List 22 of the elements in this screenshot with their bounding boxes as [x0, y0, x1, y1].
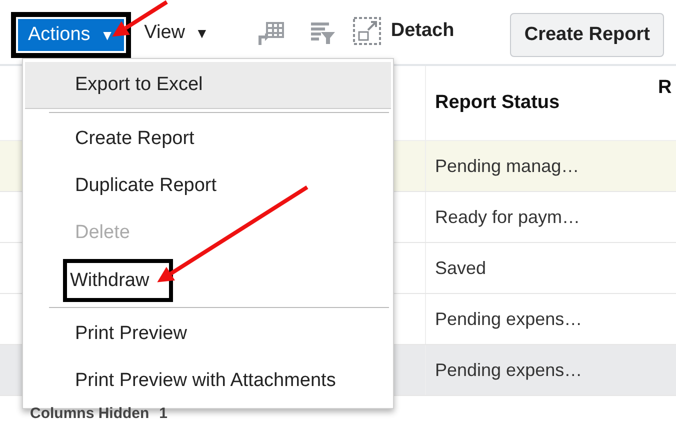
menu-item[interactable]: Export to Excel: [25, 62, 391, 109]
table-cell-text: Saved: [435, 256, 486, 280]
caret-icon: ▼: [100, 24, 114, 46]
detach-icon: [352, 17, 381, 46]
menu-item[interactable]: Print Preview with Attachments: [25, 358, 391, 405]
menu-item[interactable]: Withdraw: [25, 257, 391, 304]
footer-label: Columns Hidden: [30, 405, 150, 423]
footer-count: 1: [159, 405, 168, 423]
menu-item[interactable]: Create Report: [25, 116, 391, 163]
table-cell-text: Pending expens…: [435, 308, 582, 331]
column-header: Report Status: [435, 90, 560, 115]
column-header: R: [658, 77, 672, 98]
table-cell-text: Pending manag…: [435, 154, 580, 178]
create-report-button[interactable]: Create Report: [510, 13, 664, 57]
menu-item[interactable]: Duplicate Report: [25, 163, 391, 210]
view-menu[interactable]: View ▼: [144, 19, 209, 48]
table-cell-text: Pending expens…: [435, 358, 582, 382]
menu-item[interactable]: Print Preview: [25, 311, 391, 358]
detach-button[interactable]: Detach: [352, 17, 454, 46]
actions-button[interactable]: Actions ▼: [18, 19, 124, 51]
table-cell-text: Ready for paym…: [435, 206, 580, 229]
caret-icon: ▼: [195, 22, 209, 44]
